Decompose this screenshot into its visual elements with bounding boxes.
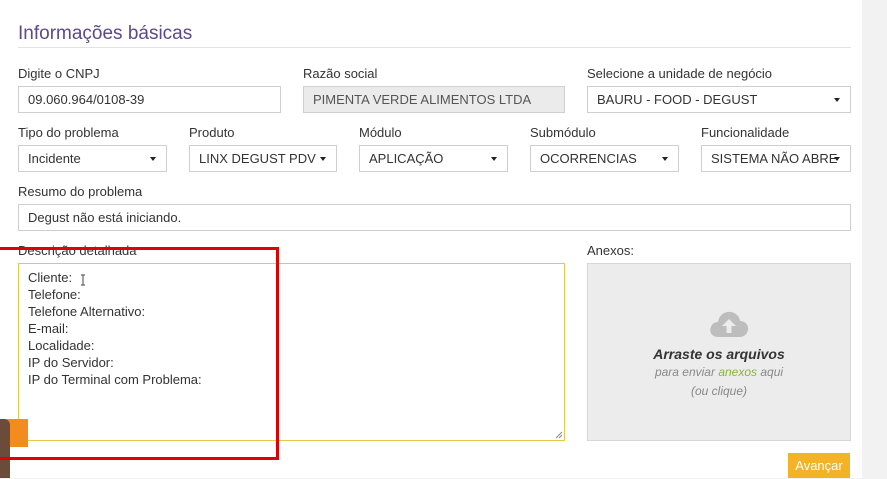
cnpj-label: Digite o CNPJ — [18, 66, 100, 81]
resumo-input[interactable]: Degust não está iniciando. — [18, 204, 851, 231]
chevron-down-icon — [320, 157, 326, 161]
highlight-box — [0, 247, 279, 460]
submodulo-select[interactable]: OCORRENCIAS — [530, 145, 679, 172]
anexos-label: Anexos: — [587, 243, 634, 258]
cnpj-input[interactable]: 09.060.964/0108-39 — [18, 86, 281, 113]
resumo-label: Resumo do problema — [18, 184, 143, 199]
funcionalidade-label: Funcionalidade — [701, 125, 790, 140]
resize-grip-icon[interactable] — [555, 431, 563, 439]
produto-label: Produto — [189, 125, 235, 140]
dropzone-title: Arraste os arquivos — [653, 346, 785, 362]
dropzone-sub-before: para enviar — [654, 365, 719, 379]
cloud-upload-icon — [710, 311, 749, 337]
produto-select[interactable]: LINX DEGUST PDV — [189, 145, 337, 172]
chevron-down-icon — [834, 98, 840, 102]
razao-social-label: Razão social — [303, 66, 378, 81]
produto-value: LINX DEGUST PDV — [199, 151, 316, 166]
tipo-problema-value: Incidente — [28, 151, 81, 166]
dropzone-sub-link: anexos — [718, 365, 758, 379]
dropzone-sub-after: aqui — [757, 365, 784, 379]
chevron-down-icon — [491, 157, 497, 161]
chevron-down-icon — [662, 157, 668, 161]
razao-social-field: PIMENTA VERDE ALIMENTOS LTDA — [303, 86, 565, 113]
dropzone-subtitle: para enviar anexos aqui — [588, 365, 850, 379]
dropzone-click-hint: (ou clique) — [690, 384, 748, 398]
funcionalidade-value: SISTEMA NÃO ABRE — [711, 151, 838, 166]
avancar-button[interactable]: Avançar — [788, 453, 850, 478]
chevron-down-icon — [834, 157, 840, 161]
modulo-select[interactable]: APLICAÇÃO — [359, 145, 508, 172]
tipo-problema-label: Tipo do problema — [18, 125, 119, 140]
section-title: Informações básicas — [18, 23, 193, 44]
modulo-label: Módulo — [359, 125, 402, 140]
title-divider — [18, 47, 851, 48]
unidade-label: Selecione a unidade de negócio — [587, 66, 773, 81]
unidade-select[interactable]: BAURU - FOOD - DEGUST — [587, 86, 851, 113]
funcionalidade-select[interactable]: SISTEMA NÃO ABRE — [701, 145, 851, 172]
unidade-select-value: BAURU - FOOD - DEGUST — [597, 92, 758, 107]
submodulo-label: Submódulo — [530, 125, 596, 140]
modulo-value: APLICAÇÃO — [369, 151, 444, 166]
chevron-down-icon — [150, 157, 156, 161]
tipo-problema-select[interactable]: Incidente — [18, 145, 167, 172]
submodulo-value: OCORRENCIAS — [540, 151, 637, 166]
anexos-dropzone[interactable]: Arraste os arquivos para enviar anexos a… — [587, 263, 851, 441]
